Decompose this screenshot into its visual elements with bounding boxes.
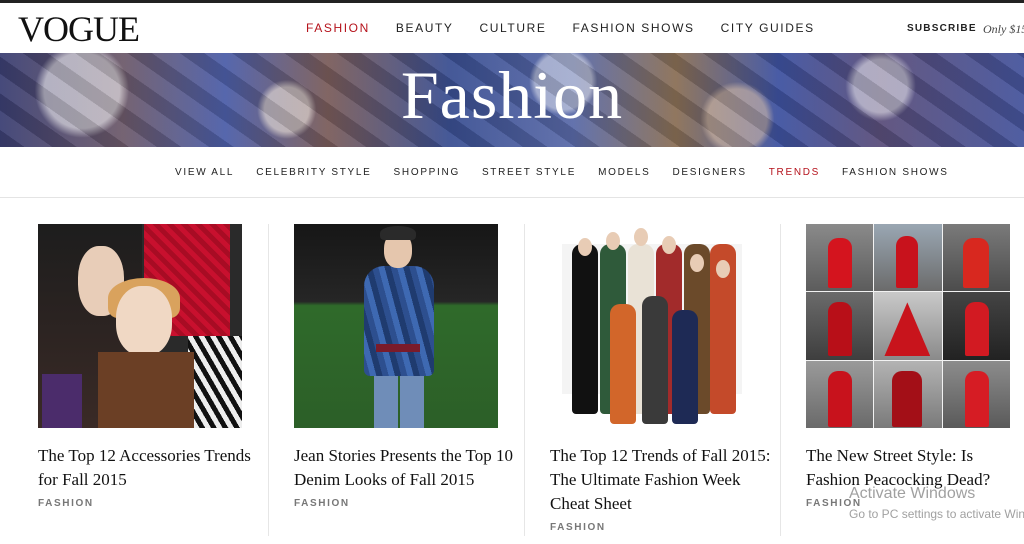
subnav-street-style[interactable]: STREET STYLE — [482, 167, 576, 178]
article-title[interactable]: Jean Stories Presents the Top 10 Denim L… — [294, 444, 518, 492]
nav-city-guides[interactable]: CITY GUIDES — [721, 21, 815, 35]
nav-culture[interactable]: CULTURE — [480, 21, 547, 35]
article-category[interactable]: FASHION — [550, 522, 606, 533]
windows-activation-watermark-subtitle: Go to PC settings to activate Windows. — [849, 507, 1024, 521]
section-banner: Fashion — [0, 53, 1024, 147]
subnav-designers[interactable]: DESIGNERS — [673, 167, 747, 178]
article-thumbnail[interactable] — [38, 224, 242, 428]
nav-fashion-shows[interactable]: FASHION SHOWS — [573, 21, 695, 35]
subscribe-link[interactable]: SUBSCRIBE — [907, 23, 977, 34]
sub-nav: VIEW ALL CELEBRITY STYLE SHOPPING STREET… — [0, 147, 1024, 198]
top-navbar: VOGUE FASHION BEAUTY CULTURE FASHION SHO… — [0, 0, 1024, 53]
column-divider — [524, 224, 525, 536]
column-divider — [268, 224, 269, 536]
subnav-shopping[interactable]: SHOPPING — [394, 167, 460, 178]
article-thumbnail[interactable] — [806, 224, 1010, 428]
article-thumbnail[interactable] — [294, 224, 498, 428]
article-category[interactable]: FASHION — [294, 498, 350, 509]
subnav-trends[interactable]: TRENDS — [769, 167, 820, 178]
subscribe-promo[interactable]: Only $15 — [983, 22, 1024, 37]
nav-fashion[interactable]: FASHION — [306, 21, 370, 35]
nav-beauty[interactable]: BEAUTY — [396, 21, 454, 35]
article-thumbnail[interactable] — [550, 224, 754, 428]
article-category[interactable]: FASHION — [38, 498, 94, 509]
section-title: Fashion — [400, 57, 624, 133]
subnav-celebrity-style[interactable]: CELEBRITY STYLE — [256, 167, 371, 178]
main-nav: FASHION BEAUTY CULTURE FASHION SHOWS CIT… — [306, 21, 841, 35]
subnav-fashion-shows[interactable]: FASHION SHOWS — [842, 167, 949, 178]
windows-activation-watermark-title: Activate Windows — [849, 485, 976, 502]
article-title[interactable]: The Top 12 Accessories Trends for Fall 2… — [38, 444, 262, 492]
article-title[interactable]: The Top 12 Trends of Fall 2015: The Ulti… — [550, 444, 774, 516]
subnav-view-all[interactable]: VIEW ALL — [175, 167, 234, 178]
column-divider — [780, 224, 781, 536]
subnav-models[interactable]: MODELS — [598, 167, 650, 178]
vogue-logo[interactable]: VOGUE — [18, 11, 140, 47]
